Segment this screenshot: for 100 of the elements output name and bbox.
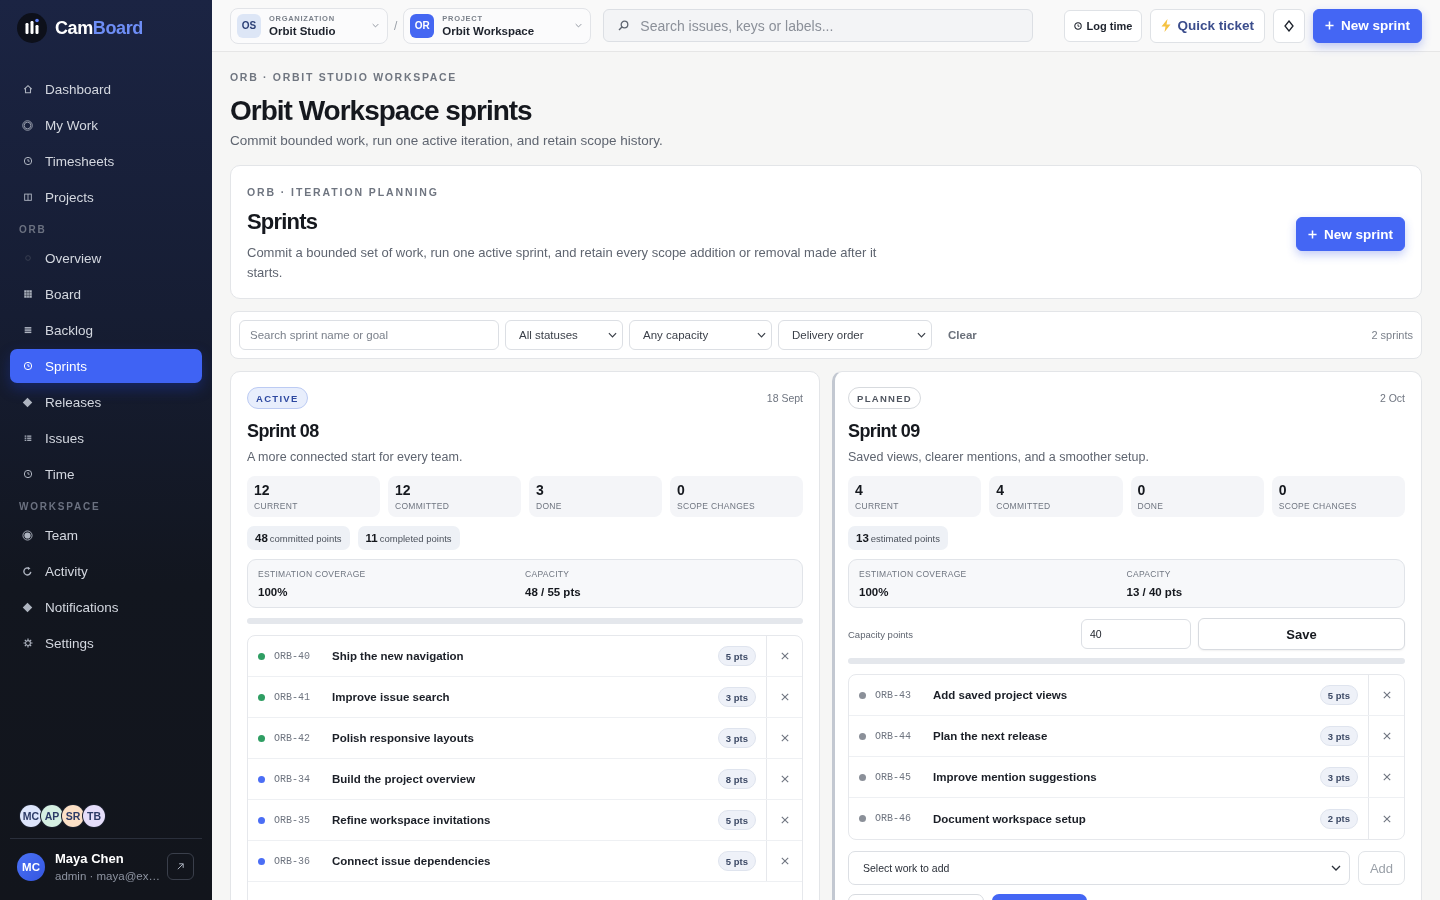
- issue-key: ORB-46: [875, 813, 933, 824]
- log-time-button[interactable]: Log time: [1063, 9, 1143, 42]
- list-icon: [22, 433, 33, 443]
- nav-item[interactable]: Timesheets: [10, 144, 202, 178]
- issue-key: ORB-43: [875, 689, 933, 701]
- nav-item[interactable]: Settings: [10, 626, 202, 660]
- issue-key: ORB-36: [274, 855, 332, 867]
- summary-label: CAPACITY: [1126, 569, 1171, 579]
- issue-key: ORB-45: [875, 771, 933, 783]
- points-badge: 5 pts: [717, 646, 756, 666]
- stat-value: 4: [996, 482, 1005, 498]
- capacity-input[interactable]: 40: [1081, 619, 1191, 649]
- clear-button[interactable]: Clear: [948, 329, 977, 341]
- nav-item[interactable]: Activity: [10, 554, 202, 588]
- user-name: Maya Chen: [55, 851, 125, 866]
- points-badge: 5 pts: [717, 851, 756, 871]
- sprint-description: Saved views, clearer mentions, and a smoother setup.: [848, 449, 1150, 466]
- logo-icon: [17, 13, 47, 43]
- nav-item[interactable]: Releases: [10, 385, 202, 419]
- chevron-icon: [372, 23, 379, 28]
- chevron-icon: [917, 332, 926, 338]
- close-icon: [1382, 814, 1391, 823]
- gear-icon: [22, 638, 33, 648]
- close-icon: [1382, 773, 1391, 781]
- diamond-icon: [22, 396, 33, 408]
- user-detail: admin · maya@ex…: [55, 870, 157, 882]
- stat-value: 3: [536, 482, 544, 498]
- nav-item[interactable]: Team: [10, 518, 202, 552]
- home-icon: [22, 84, 33, 94]
- nav-item[interactable]: Dashboard: [10, 72, 202, 106]
- user-avatar: MC: [17, 852, 45, 881]
- issue-title: Refine workspace invitations: [332, 814, 492, 826]
- sprint-description: A more connected start for every team.: [247, 449, 464, 466]
- nav-item[interactable]: Backlog: [10, 313, 202, 347]
- nav-item[interactable]: Board: [10, 277, 202, 311]
- issue-title: Document workspace setup: [933, 812, 1087, 825]
- target-icon: [22, 119, 33, 131]
- issue-key: ORB-44: [875, 730, 933, 742]
- nav-item[interactable]: Notifications: [10, 590, 202, 624]
- nav-item[interactable]: My Work: [10, 108, 202, 142]
- nav-item[interactable]: Projects: [10, 180, 202, 214]
- avatar: MC: [20, 805, 42, 827]
- avatar: SR: [62, 805, 84, 827]
- issue-key: ORB-34: [274, 773, 332, 785]
- points-chip: 48 committed points: [247, 526, 350, 550]
- switcher-value: Orbit Studio: [269, 25, 337, 37]
- summary-label: ESTIMATION COVERAGE: [859, 569, 967, 579]
- stat-value: 0: [1278, 482, 1287, 498]
- nav-item[interactable]: Overview: [10, 241, 202, 275]
- filter-select[interactable]: Any capacity: [629, 320, 772, 350]
- clock-icon: [22, 156, 33, 166]
- issue-key: ORB-41: [274, 691, 332, 703]
- issue-key: ORB-35: [274, 814, 332, 826]
- capacity-label: Capacity points: [848, 628, 914, 640]
- diamond-icon: [1284, 19, 1294, 32]
- points-badge: 8 pts: [717, 769, 756, 789]
- sprint-count: 2 sprints: [1371, 329, 1413, 341]
- sprint-title: Sprint 09: [848, 420, 921, 443]
- new-sprint-button[interactable]: New sprint: [1313, 8, 1422, 43]
- clock-icon: [1073, 21, 1082, 30]
- issue-title: Polish responsive layouts: [332, 732, 475, 744]
- issue-key: ORB-40: [274, 650, 332, 662]
- diamond-icon: [22, 601, 33, 613]
- nav-item[interactable]: Sprints: [10, 349, 202, 383]
- icon-button[interactable]: [1273, 8, 1305, 43]
- summary-value: 13 / 40 pts: [1126, 585, 1183, 599]
- work-select[interactable]: Select work to add: [848, 851, 1350, 885]
- save-button[interactable]: Save: [1198, 618, 1405, 650]
- close-icon: [780, 816, 789, 824]
- points-badge: 3 pts: [717, 687, 756, 707]
- section-label: WORKSPACE: [18, 501, 102, 513]
- search-icon: [618, 20, 630, 31]
- points-chip: 13 estimated points: [848, 526, 948, 550]
- nav-item[interactable]: Time: [10, 457, 202, 491]
- chevron-icon: [757, 332, 766, 338]
- filter-select[interactable]: All statuses: [505, 320, 623, 350]
- switcher-value: Orbit Workspace: [442, 25, 536, 37]
- stat-value: 0: [677, 482, 685, 498]
- stat-label: CURRENT: [254, 501, 298, 511]
- avatar: AP: [41, 805, 63, 827]
- refresh-icon: [22, 565, 33, 577]
- brand-name: CamBoard: [55, 17, 143, 39]
- stat-label: DONE: [536, 501, 562, 511]
- summary-value: 100%: [258, 585, 288, 599]
- issue-title: Improve mention suggestions: [933, 771, 1098, 783]
- stat-label: COMMITTED: [395, 501, 450, 511]
- new-sprint-button[interactable]: New sprint: [1296, 217, 1405, 251]
- stat-value: 0: [1137, 482, 1146, 498]
- chevron-icon: [575, 23, 583, 28]
- quick-ticket-button[interactable]: Quick ticket: [1150, 8, 1265, 43]
- sprint-search-field[interactable]: Search sprint name or goal: [239, 320, 499, 350]
- plus-icon: [1325, 21, 1334, 30]
- points-badge: 5 pts: [1319, 685, 1358, 705]
- stat-label: SCOPE CHANGES: [1278, 501, 1357, 511]
- nav-item[interactable]: Issues: [10, 421, 202, 455]
- lines-icon: [22, 325, 33, 335]
- stat-label: COMMITTED: [996, 501, 1051, 511]
- arrow-button[interactable]: [167, 853, 194, 880]
- columns-icon: [22, 192, 33, 202]
- filter-select[interactable]: Delivery order: [778, 320, 932, 350]
